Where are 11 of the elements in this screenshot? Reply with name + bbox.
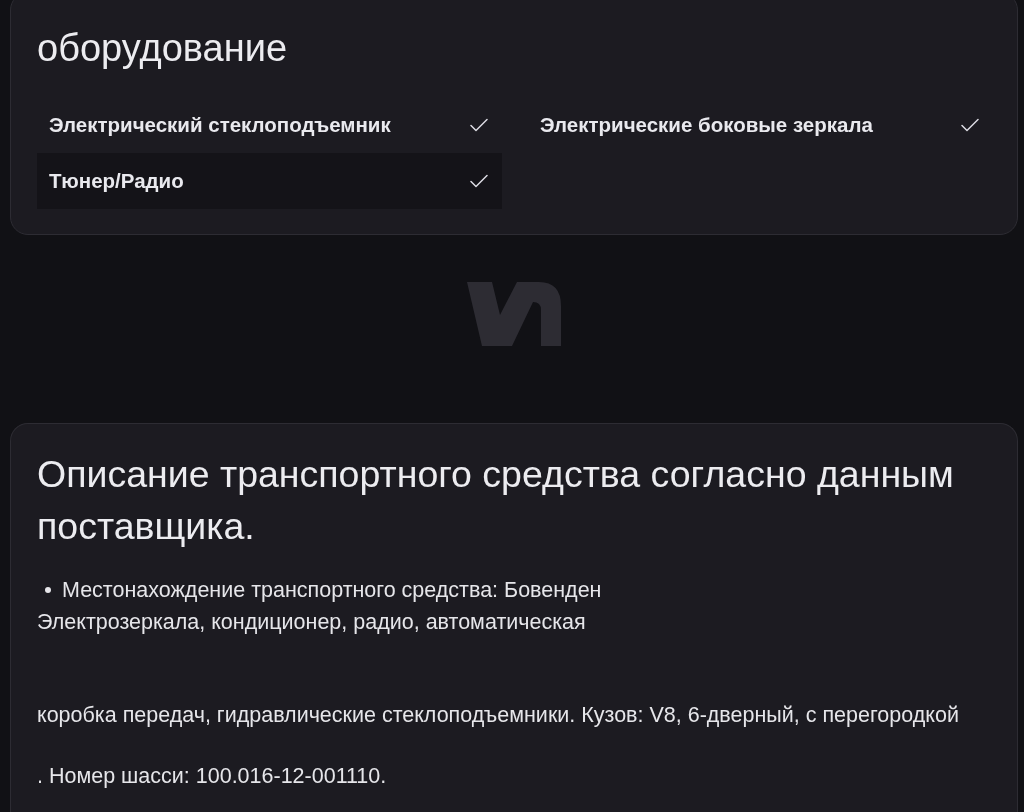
bullet-icon <box>45 587 51 593</box>
equipment-label: Тюнер/Радио <box>49 169 184 193</box>
section-title: Описание транспортного средства согласно данным поставщика. <box>37 452 955 549</box>
description-text: Электрозеркала, кондиционер, радио, автоматическая <box>37 609 587 636</box>
list-item-text: Местонахождение транспортного средства: Бовенден <box>62 577 602 604</box>
equipment-label: Электрические боковые зеркала <box>540 113 873 137</box>
description-text: коробка передач, гидравлические стеклоподъемники. Кузов: V8, 6-дверный, с перегородкой <box>37 702 960 729</box>
logo-icon <box>467 282 561 346</box>
equipment-label: Электрический стеклоподъемник <box>49 113 391 137</box>
section-title: оборудование <box>37 26 289 71</box>
description-text: . Номер шасси: 100.016-12-001110. <box>37 763 388 790</box>
